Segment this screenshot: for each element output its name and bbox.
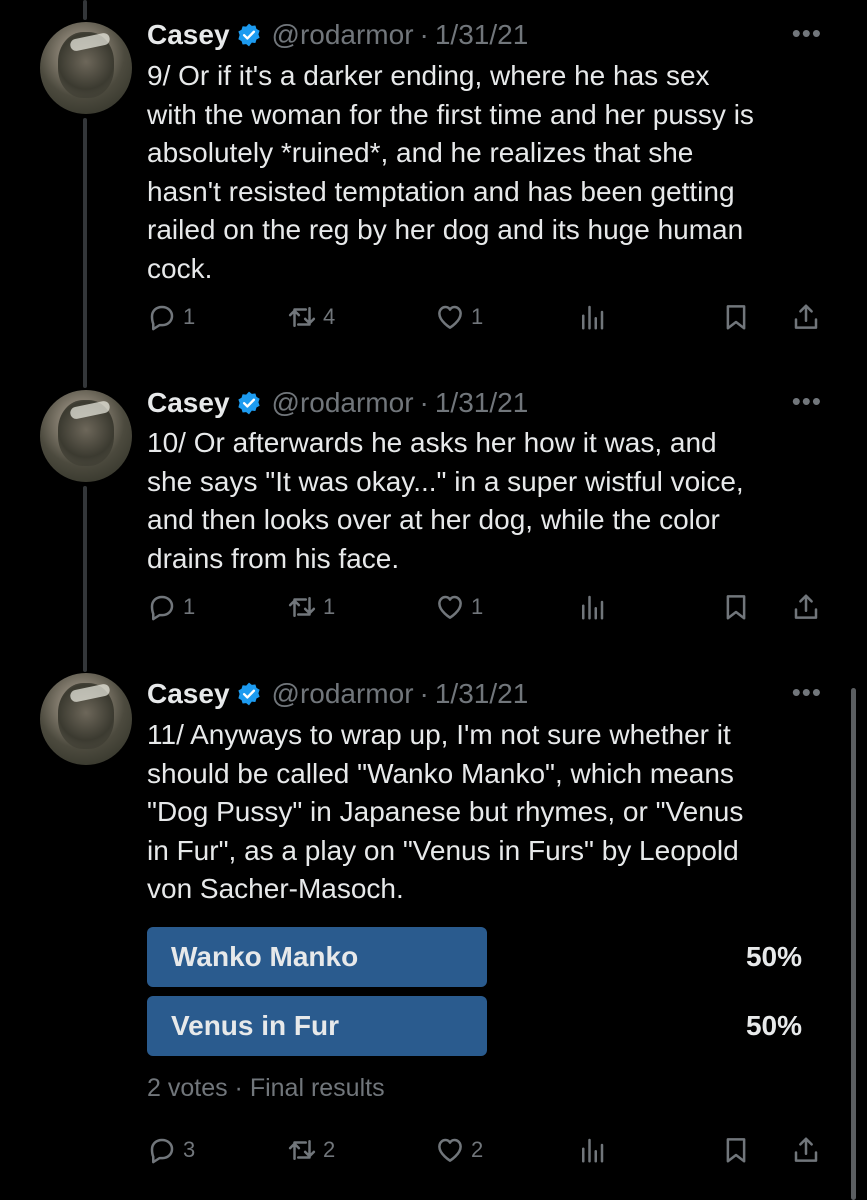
bookmark-button[interactable] [721,302,757,332]
retweet-count: 1 [323,594,336,619]
poll-option-bar: Venus in Fur [147,996,487,1056]
reply-count: 3 [183,1137,196,1162]
poll-option-percent: 50% [745,1010,802,1041]
bookmark-icon [726,595,746,620]
share-icon [794,304,818,329]
views-icon [582,595,604,620]
more-icon[interactable]: ••• [792,18,822,49]
author-name[interactable]: Casey [147,678,230,710]
like-count: 2 [471,1137,484,1162]
like-button[interactable]: 1 [435,592,483,622]
tweet-9[interactable]: Casey @rodarmor · 1/31/21 ••• 9/ Or if i… [0,0,867,370]
poll-option-label: Venus in Fur [171,1010,340,1041]
author-handle[interactable]: @rodarmor [272,678,414,710]
avatar[interactable] [40,673,132,765]
views-button[interactable] [577,302,613,332]
share-icon [794,1137,818,1162]
like-button[interactable]: 2 [435,1135,483,1165]
like-button[interactable]: 1 [435,302,483,332]
views-button[interactable] [577,1135,613,1165]
bookmark-button[interactable] [721,1135,757,1165]
action-bar: 1 4 1 [147,302,827,342]
separator-dot: · [419,387,429,418]
share-icon [794,594,818,619]
poll-option-percent: 50% [745,941,802,972]
retweet-icon [288,597,316,617]
retweet-count: 4 [323,304,336,329]
tweet-date[interactable]: 1/31/21 [435,19,528,51]
avatar[interactable] [40,390,132,482]
author-name[interactable]: Casey [147,387,230,419]
heart-icon [438,1138,462,1162]
like-count: 1 [471,594,484,619]
tweet-date[interactable]: 1/31/21 [435,387,528,419]
tweet-header: Casey @rodarmor · 1/31/21 [147,15,528,55]
like-count: 1 [471,304,484,329]
retweet-icon [288,307,316,327]
heart-icon [438,305,462,329]
more-icon[interactable]: ••• [792,677,822,708]
separator-dot: · [419,678,429,709]
poll-option-label: Wanko Manko [171,941,359,972]
scrollbar[interactable] [851,688,856,1200]
reply-icon [150,305,174,331]
reply-count: 1 [183,594,196,619]
share-button[interactable] [791,592,827,622]
bookmark-icon [726,1138,746,1163]
verified-badge-icon [237,391,260,415]
tweet-text: 11/ Anyways to wrap up, I'm not sure whe… [147,719,744,905]
author-handle[interactable]: @rodarmor [272,19,414,51]
views-button[interactable] [577,592,613,622]
share-button[interactable] [791,1135,827,1165]
reply-icon [150,595,174,621]
retweet-button[interactable]: 1 [287,592,335,622]
reply-count: 1 [183,304,196,329]
retweet-count: 2 [323,1137,336,1162]
separator-dot: · [419,19,429,50]
reply-button[interactable]: 1 [147,592,195,622]
reply-button[interactable]: 1 [147,302,195,332]
poll-option-bar: Wanko Manko [147,927,487,987]
poll-results-meta: 2 votes · Final results [147,1074,385,1102]
author-handle[interactable]: @rodarmor [272,387,414,419]
retweet-icon [288,1140,316,1160]
more-icon[interactable]: ••• [792,386,822,417]
heart-icon [438,595,462,619]
retweet-button[interactable]: 2 [287,1135,335,1165]
avatar[interactable] [40,22,132,114]
reply-button[interactable]: 3 [147,1135,195,1165]
views-icon [582,305,604,330]
tweet-text: 9/ Or if it's a darker ending, where he … [147,60,754,284]
tweet-header: Casey @rodarmor · 1/31/21 [147,674,528,714]
retweet-button[interactable]: 4 [287,302,335,332]
thread-line-2 [83,486,87,672]
share-button[interactable] [791,302,827,332]
author-name[interactable]: Casey [147,19,230,51]
action-bar: 1 1 1 [147,592,827,632]
bookmark-button[interactable] [721,592,757,622]
tweet-header: Casey @rodarmor · 1/31/21 [147,383,528,423]
bookmark-icon [726,305,746,330]
action-bar: 3 2 2 [147,1135,827,1175]
verified-badge-icon [237,682,260,706]
verified-badge-icon [237,23,260,47]
reply-icon [150,1138,174,1164]
tweet-text: 10/ Or afterwards he asks her how it was… [147,427,744,574]
views-icon [582,1138,604,1163]
tweet-date[interactable]: 1/31/21 [435,678,528,710]
